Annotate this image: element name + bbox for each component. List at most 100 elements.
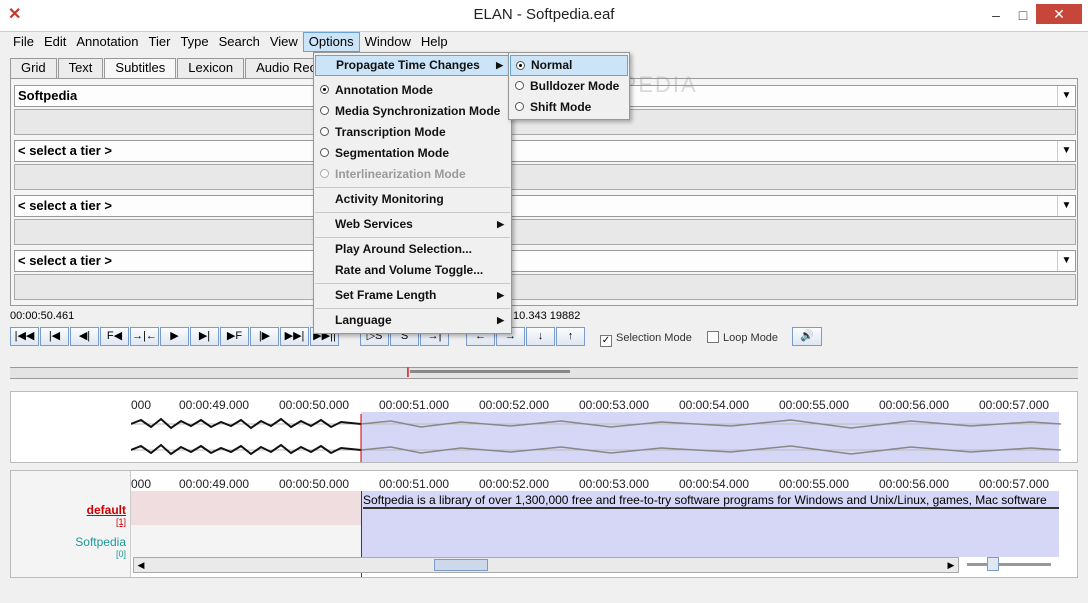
ruler-tick: 00:00:50.000 <box>279 398 350 412</box>
menu-annotation-mode-label: Annotation Mode <box>335 83 433 97</box>
ruler-tick: 00:00:51.000 <box>379 398 450 412</box>
tab-lexicon[interactable]: Lexicon <box>177 58 245 78</box>
chevron-down-icon[interactable]: ▼ <box>1057 196 1075 216</box>
subtitle-field-2[interactable] <box>14 164 1076 190</box>
menu-rate-volume-toggle[interactable]: Rate and Volume Toggle... <box>315 260 510 281</box>
ruler-tick: 00:00:53.000 <box>579 398 650 412</box>
horizontal-scrollbar[interactable]: ◀ ▶ <box>133 557 959 573</box>
go-to-end-button[interactable]: ▶▶| <box>280 327 309 346</box>
selection-mode-checkbox[interactable]: ✓ <box>600 335 612 347</box>
annotation-cell[interactable]: Softpedia is a library of over 1,300,000… <box>363 493 1059 509</box>
previous-pixel-button[interactable]: F◀ <box>100 327 129 346</box>
menu-window[interactable]: Window <box>360 32 416 52</box>
tier-default-name: default <box>86 503 126 517</box>
menu-options[interactable]: Options <box>302 32 360 52</box>
menu-annotation-mode[interactable]: Annotation Mode <box>315 80 510 101</box>
ruler-tick: 000 <box>131 477 152 491</box>
tab-grid[interactable]: Grid <box>10 58 57 78</box>
minimize-button[interactable]: – <box>982 4 1010 26</box>
maximize-button[interactable]: □ <box>1010 4 1036 26</box>
menu-bulldozer-mode[interactable]: Bulldozer Mode <box>510 76 628 97</box>
options-menu: Propagate Time Changes ▶ Annotation Mode … <box>313 52 512 334</box>
tier-softpedia[interactable]: Softpedia [0] <box>75 535 126 559</box>
tier-select-2[interactable]: < select a tier > ▼ <box>14 140 1076 162</box>
zoom-slider[interactable] <box>967 563 1051 566</box>
tier-select-3-value: < select a tier > <box>18 198 112 213</box>
menu-search[interactable]: Search <box>214 32 265 52</box>
go-to-begin-button[interactable]: |◀◀ <box>10 327 39 346</box>
subtitle-field-4[interactable] <box>14 274 1076 300</box>
menu-language-label: Language <box>335 313 392 327</box>
down-arrow-button[interactable]: ↓ <box>526 327 555 346</box>
selection-info: :10.343 19882 <box>510 310 581 322</box>
next-frame-button[interactable]: ▶F <box>220 327 249 346</box>
chevron-down-icon[interactable]: ▼ <box>1057 86 1075 106</box>
menu-segmentation-mode-label: Segmentation Mode <box>335 146 450 160</box>
menu-separator <box>315 212 510 213</box>
zoom-slider-thumb[interactable] <box>987 557 999 571</box>
submenu-arrow-icon: ▶ <box>497 290 504 300</box>
ruler-tick: 00:00:56.000 <box>879 398 950 412</box>
tier-select-3[interactable]: < select a tier > ▼ <box>14 195 1076 217</box>
timeline-thumb[interactable] <box>410 370 570 373</box>
menu-rate-volume-toggle-label: Rate and Volume Toggle... <box>335 263 484 277</box>
chevron-down-icon[interactable]: ▼ <box>1057 141 1075 161</box>
tab-subtitles[interactable]: Subtitles <box>104 58 177 79</box>
next-second-button[interactable]: |▶ <box>250 327 279 346</box>
previous-second-button[interactable]: |◀ <box>40 327 69 346</box>
subtitle-field-3[interactable] <box>14 219 1076 245</box>
tier-default[interactable]: default [1] <box>87 503 126 527</box>
previous-frame-button[interactable]: ◀| <box>70 327 99 346</box>
waveform-viewer[interactable]: 000 00:00:49.000 00:00:50.000 00:00:51.0… <box>10 391 1078 463</box>
timeline-viewer[interactable]: default [1] Softpedia [0] 000 00:00:49.0… <box>10 470 1078 578</box>
menu-file[interactable]: File <box>8 32 39 52</box>
tab-text[interactable]: Text <box>57 58 104 78</box>
menu-tier[interactable]: Tier <box>144 32 176 52</box>
loop-mode-toggle[interactable]: Loop Mode <box>707 330 778 344</box>
scroll-left-icon[interactable]: ◀ <box>134 558 148 572</box>
tier-select-4[interactable]: < select a tier > ▼ <box>14 250 1076 272</box>
play-selection-button[interactable]: →|← <box>130 327 159 346</box>
menu-separator <box>315 187 510 188</box>
menu-shift-mode[interactable]: Shift Mode <box>510 97 628 118</box>
menu-set-frame-length-label: Set Frame Length <box>335 288 437 302</box>
menu-help[interactable]: Help <box>416 32 453 52</box>
menu-propagate-time-changes[interactable]: Propagate Time Changes ▶ <box>315 55 510 76</box>
selection-mode-toggle[interactable]: ✓ Selection Mode <box>600 330 692 347</box>
propagate-submenu: Normal Bulldozer Mode Shift Mode <box>508 52 630 120</box>
scroll-right-icon[interactable]: ▶ <box>944 558 958 572</box>
next-pixel-button[interactable]: ▶| <box>190 327 219 346</box>
title-bar: ✕ ELAN - Softpedia.eaf – □ ✕ <box>0 0 1088 32</box>
radio-icon <box>320 148 329 157</box>
menu-edit[interactable]: Edit <box>39 32 71 52</box>
radio-icon <box>320 127 329 136</box>
menu-language[interactable]: Language ▶ <box>315 310 510 331</box>
menu-transcription-mode[interactable]: Transcription Mode <box>315 122 510 143</box>
timeline-slider[interactable]: I <box>10 364 1078 380</box>
menu-media-sync-mode[interactable]: Media Synchronization Mode <box>315 101 510 122</box>
ruler-tick: 00:00:55.000 <box>779 477 850 491</box>
volume-icon[interactable]: 🔊 <box>792 327 822 346</box>
menu-view[interactable]: View <box>265 32 303 52</box>
loop-mode-checkbox[interactable] <box>707 331 719 343</box>
scrollbar-thumb[interactable] <box>434 559 488 571</box>
radio-icon <box>320 169 329 178</box>
crosshair-icon: I <box>406 364 410 380</box>
radio-icon <box>516 61 525 70</box>
menu-play-around-selection[interactable]: Play Around Selection... <box>315 239 510 260</box>
menu-normal-label: Normal <box>531 58 573 72</box>
menu-segmentation-mode[interactable]: Segmentation Mode <box>315 143 510 164</box>
menu-web-services[interactable]: Web Services ▶ <box>315 214 510 235</box>
tier-softpedia-name: Softpedia <box>75 535 126 549</box>
close-button[interactable]: ✕ <box>1036 4 1082 24</box>
menu-bulldozer-mode-label: Bulldozer Mode <box>530 79 620 93</box>
chevron-down-icon[interactable]: ▼ <box>1057 251 1075 271</box>
menu-set-frame-length[interactable]: Set Frame Length ▶ <box>315 285 510 306</box>
up-arrow-button[interactable]: ↑ <box>556 327 585 346</box>
play-button[interactable]: ▶ <box>160 327 189 346</box>
menu-normal[interactable]: Normal <box>510 55 628 76</box>
menu-annotation[interactable]: Annotation <box>71 32 143 52</box>
menu-type[interactable]: Type <box>175 32 213 52</box>
ruler-tick: 00:00:56.000 <box>879 477 950 491</box>
menu-activity-monitoring[interactable]: Activity Monitoring <box>315 189 510 210</box>
